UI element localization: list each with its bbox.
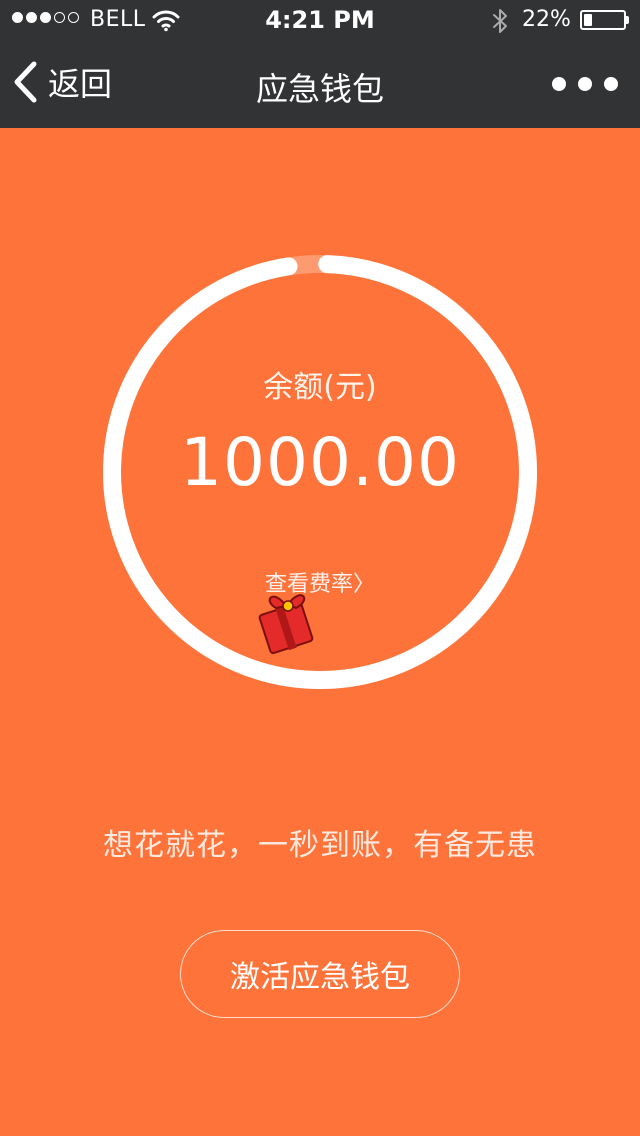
gift-box-icon	[258, 594, 314, 655]
activate-wallet-button[interactable]: 激活应急钱包	[180, 930, 460, 1018]
battery-icon	[580, 10, 626, 30]
slogan-text: 想花就花，一秒到账，有备无患	[103, 828, 537, 863]
more-dots-icon	[604, 77, 618, 91]
nav-bar: 返回 应急钱包	[0, 40, 640, 128]
balance-label: 余额(元)	[263, 370, 377, 405]
battery-level-fill	[584, 14, 592, 26]
app-screen: BELL 4:21 PM 22% 返回 应急钱包 余额(元) 1000.00 查…	[0, 0, 640, 1136]
page-title: 应急钱包	[255, 70, 384, 108]
top-bar: BELL 4:21 PM 22% 返回 应急钱包	[0, 0, 640, 128]
status-bar: BELL 4:21 PM 22%	[0, 0, 640, 40]
more-dots-icon	[552, 77, 566, 91]
more-dots-icon	[578, 77, 592, 91]
more-options-button[interactable]	[552, 68, 618, 100]
bluetooth-icon	[493, 9, 507, 33]
watermark-logo	[258, 594, 314, 655]
battery-percent: 22%	[522, 7, 571, 32]
battery-cap	[626, 16, 629, 24]
